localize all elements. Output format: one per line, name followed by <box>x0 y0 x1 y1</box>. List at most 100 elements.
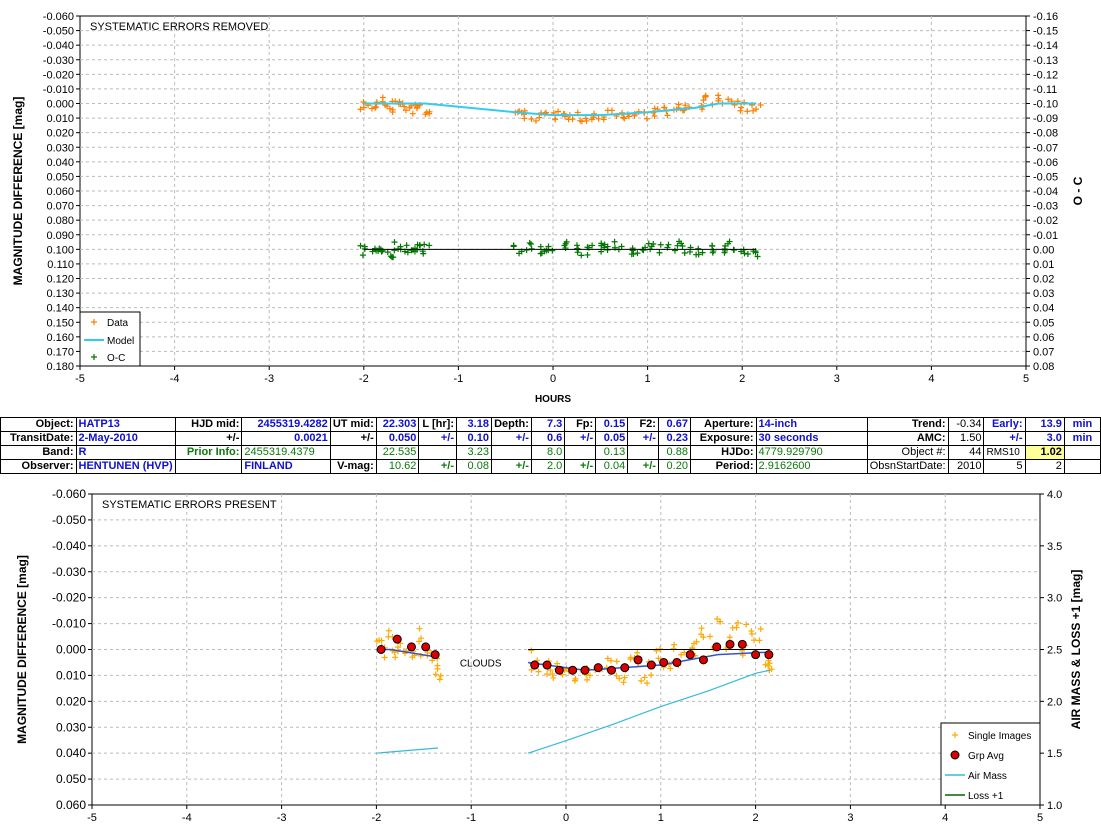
y-tick-label: -0.050 <box>43 26 74 38</box>
grp-avg-point <box>593 663 603 673</box>
f2-err-label: +/- <box>627 431 659 446</box>
transit-date-label: TransitDate: <box>0 431 77 446</box>
y-tick-label: 0.170 <box>46 346 74 358</box>
hjd-err-value: 0.0021 <box>241 431 331 446</box>
amc-label: AMC: <box>866 431 949 446</box>
grp-avg-point <box>685 650 695 660</box>
grp-avg-point <box>542 660 552 670</box>
y-axis-label: MAGNITUDE DIFFERENCE [mag] <box>11 97 25 286</box>
y-tick-label: -0.020 <box>52 591 86 605</box>
prior-length-err-label: +/- <box>418 459 457 474</box>
y-tick-label: 0.140 <box>46 303 74 315</box>
y-tick-label: 0.180 <box>46 361 74 373</box>
grp-avg-point <box>568 665 578 675</box>
ut-mid-value: 22.303 <box>375 417 420 432</box>
y-tick-label: 0.040 <box>46 157 74 169</box>
length-value: 3.18 <box>456 417 492 432</box>
y2-tick-label: -0.08 <box>1033 128 1058 140</box>
rms10-label: RMS10 <box>983 445 1026 460</box>
obs-start-label: ObsnStartDate: <box>866 459 949 474</box>
x-tick-label: 5 <box>1023 373 1029 385</box>
empty-cell <box>1063 445 1101 460</box>
y2-tick-label: -0.02 <box>1033 215 1058 227</box>
x-tick-label: -3 <box>277 812 287 824</box>
x-tick-label: 5 <box>1037 812 1043 824</box>
bottom-chart: -0.060 -0.050 -0.040 -0.030 -0.020 -0.010 0.00… <box>15 487 1083 824</box>
y2-tick-label: 3.0 <box>1047 593 1062 605</box>
legend-model-label: Model <box>107 336 134 347</box>
x-tick-label: 2 <box>739 373 745 385</box>
x-axis-label: HOURS <box>535 394 571 405</box>
y2-tick-label: 1.0 <box>1047 800 1062 812</box>
y-tick-label: 0.030 <box>46 142 74 154</box>
y-tick-label: -0.030 <box>43 55 74 67</box>
early-unit: min <box>1063 417 1101 432</box>
y2-tick-label: -0.16 <box>1033 11 1058 23</box>
bottom-legend: Single Images Grp Avg Air Mass Loss +1 <box>940 722 1041 806</box>
f2-err-value: 0.23 <box>657 431 691 446</box>
info-row-2: TransitDate: 2-May-2010 +/- 0.0021 +/- 0… <box>0 431 1101 446</box>
period-label: Period: <box>689 459 757 474</box>
grp-avg-point <box>406 642 416 652</box>
y2-tick-label: 2.5 <box>1047 645 1062 657</box>
rms10-value: 1.02 <box>1024 445 1065 460</box>
prior-depth-err-value: 2.0 <box>530 459 566 474</box>
hjd-mid-value: 2455319.4282 <box>241 417 331 432</box>
prior-hjd-value: 2455319.4379 <box>241 445 331 460</box>
band-label: Band: <box>0 445 77 460</box>
early-label: Early: <box>983 417 1026 432</box>
obs-year-value: 2010 <box>947 459 985 474</box>
ut-err-value: 0.050 <box>375 431 420 446</box>
y-tick-label: 0.050 <box>56 772 86 786</box>
y-tick-label: 0.030 <box>56 720 86 734</box>
grp-avg-point <box>530 660 540 670</box>
x-tick-label: 0 <box>563 812 569 824</box>
transit-date-value: 2-May-2010 <box>75 431 176 446</box>
x-tick-label: -4 <box>182 812 192 824</box>
observer-value: HENTUNEN (HVP) <box>75 459 176 474</box>
y2-tick-label: -0.10 <box>1033 99 1058 111</box>
x-tick-label: 3 <box>834 373 840 385</box>
y2-tick-label: 0.02 <box>1033 274 1054 286</box>
info-row-3: Band: R Prior Info: 2455319.4379 22.535 … <box>0 445 1101 460</box>
grp-avg-point <box>430 650 440 660</box>
y-tick-label: 0.060 <box>46 186 74 198</box>
y-tick-label: 0.150 <box>46 317 74 329</box>
y-tick-label: -0.060 <box>52 487 86 501</box>
legend-oc-label: O-C <box>107 353 125 364</box>
y-tick-label: 0.000 <box>46 99 74 111</box>
y2-tick-label: 2.0 <box>1047 696 1062 708</box>
legend-data-label: Data <box>107 318 129 329</box>
depth-err-value: 0.6 <box>530 431 566 446</box>
grp-avg-point <box>580 665 590 675</box>
y-tick-label: 0.050 <box>46 171 74 183</box>
object-num-label: Object #: <box>866 445 949 460</box>
grp-avg-point <box>620 663 630 673</box>
early-err-value: 3.0 <box>1024 431 1065 446</box>
ut-mid-label: UT mid: <box>329 417 377 432</box>
x-tick-label: 0 <box>550 373 556 385</box>
y-tick-label: 0.020 <box>46 128 74 140</box>
legend-airmass-label: Air Mass <box>968 771 1007 782</box>
y2-tick-label: 0.05 <box>1033 317 1054 329</box>
info-row-1: Object: HATP13 HJD mid: 2455319.4282 UT … <box>0 417 1101 432</box>
fp-err-label: +/- <box>564 431 597 446</box>
trend-label: Trend: <box>866 417 949 432</box>
grp-avg-point <box>607 665 617 675</box>
x-tick-label: 4 <box>942 812 948 824</box>
x-tick-label: 1 <box>645 373 651 385</box>
y-tick-label: 0.060 <box>56 798 86 812</box>
grp-avg-point <box>646 660 656 670</box>
band-value: R <box>75 445 176 460</box>
grp-avg-point <box>392 634 402 644</box>
length-label: L [hr]: <box>418 417 457 432</box>
y-tick-label: 0.000 <box>56 643 86 657</box>
grp-avg-point <box>672 657 682 667</box>
amc-value: 1.50 <box>947 431 985 446</box>
y2-tick-label: -0.13 <box>1033 55 1058 67</box>
y2-tick-label: 0.04 <box>1033 303 1054 315</box>
empty-cell <box>418 445 457 460</box>
y-tick-label: -0.050 <box>52 513 86 527</box>
y-axis-label: MAGNITUDE DIFFERENCE [mag] <box>15 555 29 744</box>
x-tick-label: -4 <box>170 373 180 385</box>
